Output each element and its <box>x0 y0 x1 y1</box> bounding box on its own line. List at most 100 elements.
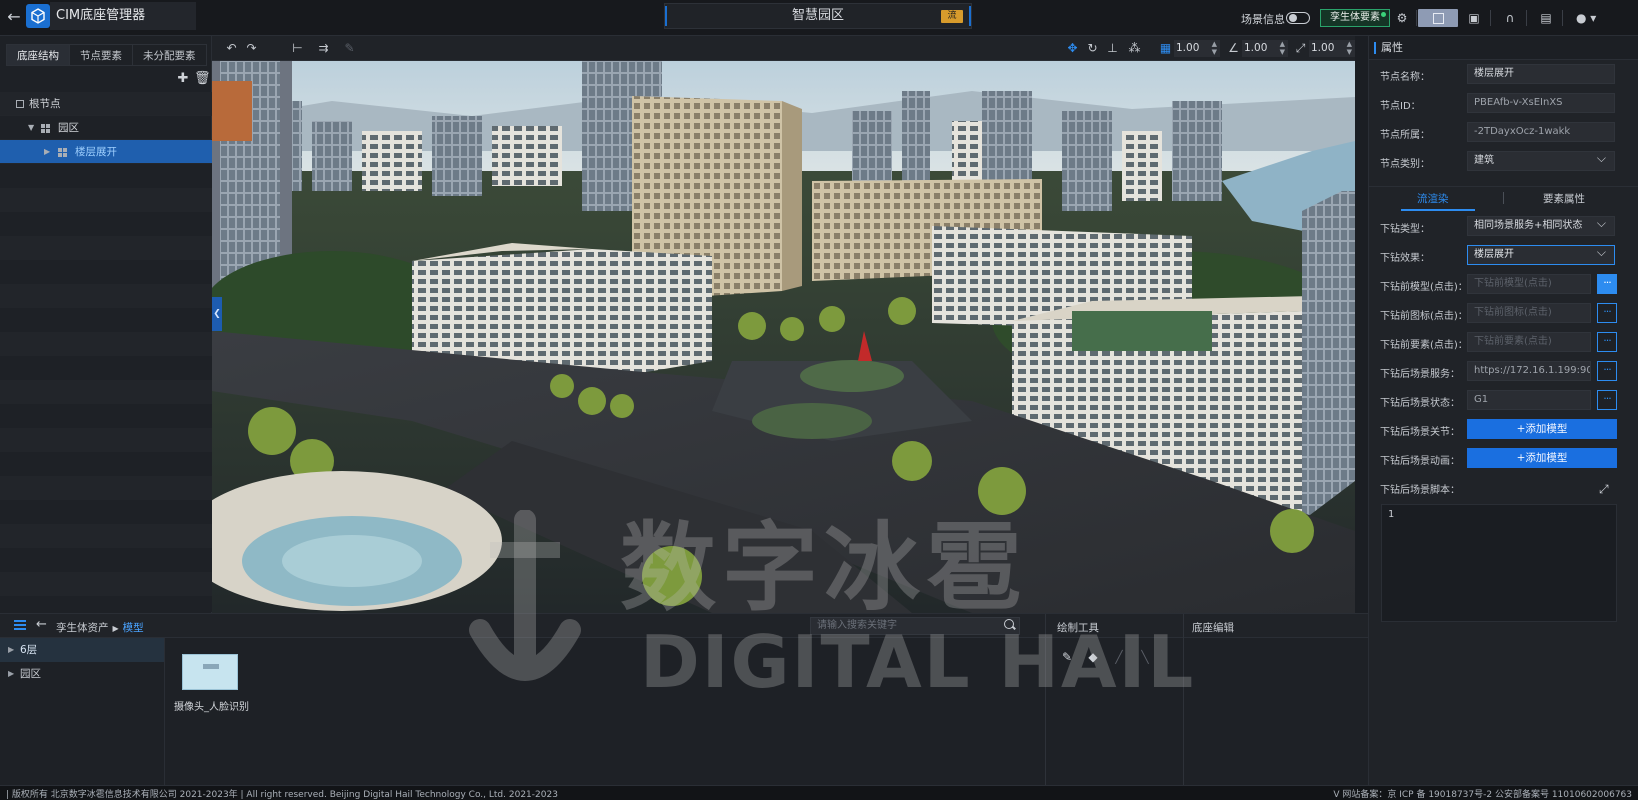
city-scene-image <box>212 61 1355 613</box>
caret-right-icon[interactable]: ▶ <box>8 638 14 662</box>
prop-node-category: 节点类别： 建筑 <box>1369 151 1638 173</box>
node-name-input[interactable]: 楼层展开 <box>1467 64 1615 84</box>
tab-base-structure[interactable]: 底座结构 <box>6 44 70 66</box>
post-scene-service-more-button[interactable]: ··· <box>1597 361 1617 381</box>
prop-label: 节点所属： <box>1380 130 1430 141</box>
caret-right-icon[interactable]: ▶ <box>44 140 50 164</box>
back-arrow-icon[interactable]: ← <box>36 617 47 632</box>
scene-info-label: 场景信息 <box>1241 13 1285 26</box>
tree-node-label: 根节点 <box>29 98 61 110</box>
section-divider <box>1183 614 1184 786</box>
tab-node-elements[interactable]: 节点要素 <box>69 44 133 66</box>
app-logo-icon <box>26 4 50 28</box>
breadcrumb-item-assets[interactable]: 孪生体资产 <box>56 622 109 634</box>
tab-flow-render[interactable]: 流渲染 <box>1417 191 1449 206</box>
collapse-left-handle[interactable]: ❮ <box>212 297 222 331</box>
monitor-icon[interactable]: ▣ <box>1466 10 1482 26</box>
pencil-icon[interactable]: ✎ <box>1060 650 1074 664</box>
scene-title-text: 智慧园区 <box>791 8 844 23</box>
base-edit-title: 底座编辑 <box>1192 622 1234 634</box>
post-scene-service-input[interactable]: https://172.16.1.199:9090 <box>1467 361 1591 381</box>
document-icon[interactable]: ▤ <box>1538 10 1554 26</box>
stepper-icon[interactable]: ▲ ▼ <box>1212 40 1217 56</box>
node-tree: 根节点 ▼ 园区 ▶ 楼层展开 <box>0 92 212 164</box>
asset-category-park[interactable]: ▶ 园区 <box>0 662 164 686</box>
node-category-select[interactable]: 建筑 <box>1467 151 1615 171</box>
back-arrow-icon[interactable]: ← <box>4 6 24 28</box>
scene-render[interactable]: ❮ <box>212 61 1355 613</box>
properties-header: 属性 <box>1369 36 1638 60</box>
tree-node-park[interactable]: ▼ 园区 <box>0 116 212 140</box>
tree-node-floor-expand[interactable]: ▶ 楼层展开 <box>0 140 212 164</box>
polygon-tool-icon: ╲ <box>1141 650 1149 664</box>
grid-snap-icon[interactable]: ▦ <box>1158 41 1173 56</box>
pre-drill-model-input[interactable]: 下钻前模型(点击) <box>1467 274 1591 294</box>
breadcrumb: 孪生体资产 ▶ 模型 <box>56 620 144 635</box>
asset-category-6f[interactable]: ▶ 6层 <box>0 638 164 662</box>
search-icon[interactable] <box>1004 619 1014 629</box>
add-joint-model-button[interactable]: +添加模型 <box>1467 419 1617 439</box>
tab-unassigned-elements[interactable]: 未分配要素 <box>132 44 207 66</box>
drill-type-select[interactable]: 相同场景服务+相同状态 <box>1467 216 1615 236</box>
pre-drill-element-more-button[interactable]: ··· <box>1597 332 1617 352</box>
add-node-icon[interactable]: ✚ <box>176 72 190 86</box>
tree-node-label: 楼层展开 <box>75 146 117 158</box>
caret-right-icon[interactable]: ▶ <box>8 662 14 686</box>
layout-toggle-button[interactable] <box>1418 9 1458 27</box>
script-editor[interactable]: 1 <box>1381 504 1617 622</box>
scale-axis-icon[interactable]: ⊥ <box>1105 41 1120 56</box>
scene-title[interactable]: 智慧园区 <box>664 3 972 29</box>
eraser-icon[interactable]: ◆ <box>1086 650 1100 664</box>
prop-label: 下钻前图标(点击)： <box>1380 311 1468 322</box>
expand-icon[interactable]: ⤢ <box>1599 482 1613 496</box>
icp-record-text[interactable]: V 网站备案：京 ICP 备 19018737号-2 公安部备案号 110106… <box>1333 787 1632 800</box>
cluster-icon[interactable]: ⁂ <box>1127 41 1142 56</box>
prop-label: 下钻后场景动画： <box>1380 456 1460 467</box>
3d-viewport[interactable]: ↶ ↷ ⊢ ⇉ ✎ ✥ ↻ ⊥ ⁂ ▦ 1.00 ▲ ▼ ∠ 1.00 ▲ ▼ ⤢ … <box>212 36 1355 613</box>
post-scene-state-input[interactable]: G1 <box>1467 390 1591 410</box>
post-scene-state-more-button[interactable]: ··· <box>1597 390 1617 410</box>
copyright-text: | 版权所有 北京数字冰雹信息技术有限公司 2021-2023年 | All r… <box>6 790 558 800</box>
camera-model-thumbnail[interactable] <box>182 654 238 690</box>
move-gizmo-icon[interactable]: ✥ <box>1065 41 1080 56</box>
twin-elements-button[interactable]: 孪生体要素 <box>1320 9 1390 27</box>
top-bar: ← CIM底座管理器 智慧园区 流 场景信息 孪生体要素 ⚙ ▣ ∩ ▤ ● ▾ <box>0 0 1638 36</box>
pre-drill-model-more-button[interactable]: ··· <box>1597 274 1617 294</box>
move-right-icon[interactable]: ⇉ <box>316 41 331 56</box>
user-avatar-icon[interactable]: ● ▾ <box>1576 10 1606 26</box>
scale-snap-icon[interactable]: ⤢ <box>1293 41 1308 56</box>
drill-effect-select[interactable]: 楼层展开 <box>1467 245 1615 265</box>
undo-icon[interactable]: ↶ <box>224 41 239 56</box>
pre-drill-icon-input[interactable]: 下钻前图标(点击) <box>1467 303 1591 323</box>
pre-drill-icon-more-button[interactable]: ··· <box>1597 303 1617 323</box>
stepper-icon[interactable]: ▲ ▼ <box>1280 40 1285 56</box>
asset-search-input[interactable]: 请输入搜索关键字 <box>810 617 1020 635</box>
angle-snap-value[interactable]: 1.00 ▲ ▼ <box>1242 40 1288 57</box>
caret-down-icon[interactable]: ▼ <box>28 116 34 140</box>
rotate-icon[interactable]: ↻ <box>1085 41 1100 56</box>
scene-info-toggle[interactable] <box>1286 12 1310 24</box>
collapse-box-icon[interactable] <box>16 100 24 108</box>
add-animation-model-button[interactable]: +添加模型 <box>1467 448 1617 468</box>
prop-label: 下钻前模型(点击)： <box>1380 282 1468 293</box>
asset-card[interactable]: 摄像头_人脸识别 <box>174 654 249 713</box>
redo-icon[interactable]: ↷ <box>244 41 259 56</box>
angle-snap-icon[interactable]: ∠ <box>1226 41 1241 56</box>
menu-icon[interactable] <box>14 620 26 630</box>
headset-icon[interactable]: ∩ <box>1502 10 1518 26</box>
breadcrumb-item-models[interactable]: 模型 <box>123 622 144 634</box>
line-number: 1 <box>1388 509 1395 520</box>
node-id-field: PBEAfb-v-XsEInXS <box>1467 93 1615 113</box>
prop-node-name: 节点名称： 楼层展开 <box>1369 64 1638 86</box>
trash-icon[interactable]: 🗑 <box>194 72 211 86</box>
scale-snap-value[interactable]: 1.00 ▲ ▼ <box>1309 40 1355 57</box>
grid-snap-value[interactable]: 1.00 ▲ ▼ <box>1174 40 1220 57</box>
pre-drill-element-input[interactable]: 下钻前要素(点击) <box>1467 332 1591 352</box>
align-left-icon[interactable]: ⊢ <box>290 41 305 56</box>
prop-label: 下钻效果： <box>1380 253 1430 264</box>
tree-node-root[interactable]: 根节点 <box>0 92 212 116</box>
flow-badge[interactable]: 流 <box>941 10 963 23</box>
prop-pre-drill-element: 下钻前要素(点击)： 下钻前要素(点击) ··· <box>1369 332 1638 354</box>
gear-icon[interactable]: ⚙ <box>1394 10 1410 26</box>
tab-element-properties[interactable]: 要素属性 <box>1543 191 1585 206</box>
